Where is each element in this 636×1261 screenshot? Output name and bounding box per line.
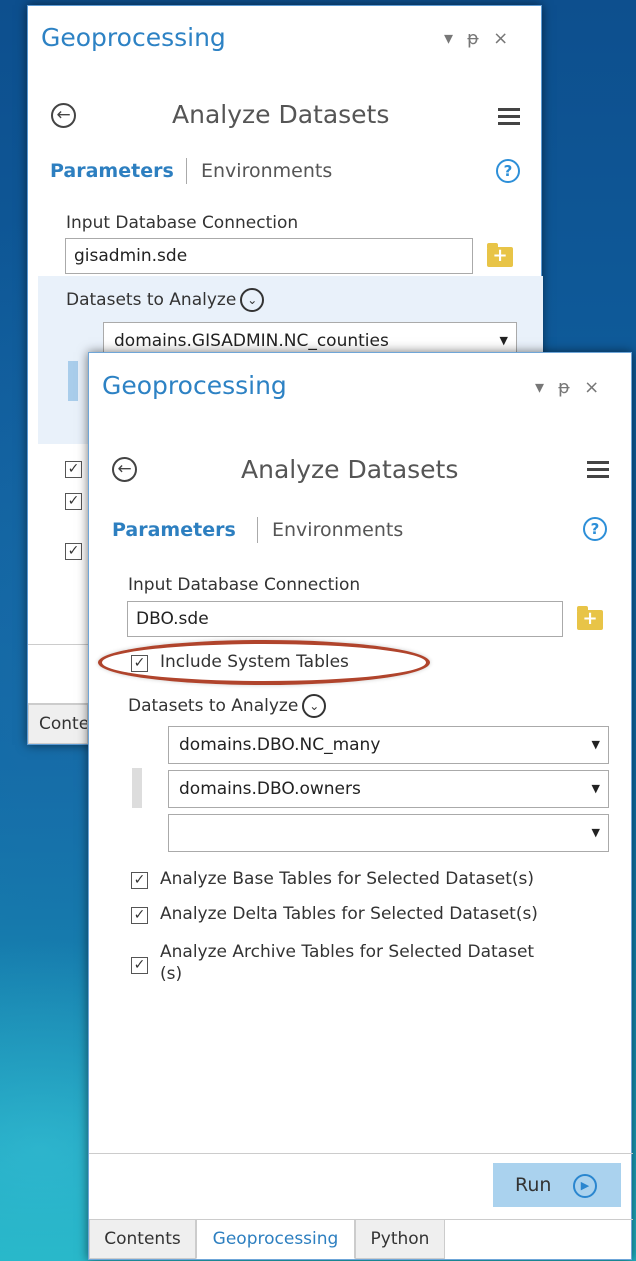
tab-python[interactable]: Python [355,1219,445,1259]
dataset-dropdown-value: domains.GISADMIN.NC_counties [114,331,389,351]
run-label: Run [515,1174,552,1196]
tab-geoprocessing[interactable]: Geoprocessing [196,1219,355,1259]
chevron-down-circle-icon[interactable]: ⌄ [302,694,327,718]
tab-contents[interactable]: Contents [89,1219,196,1259]
dataset-dropdown-empty[interactable]: ▼ [168,814,609,852]
checkbox-archive-tables-back[interactable]: ✓ [65,543,82,560]
back-arrow-icon[interactable]: ← [51,103,76,128]
close-icon[interactable]: × [584,377,599,398]
input-connection-label: Input Database Connection [128,575,361,595]
run-button[interactable]: Run ▶ [493,1163,621,1207]
pane-menu-dropdown-icon[interactable]: ▾ [444,28,453,49]
dropdown-arrow-icon: ▼ [591,826,600,839]
add-folder-icon[interactable]: + [577,606,603,630]
pane-controls: ▾ ᵽ × [430,28,508,49]
label-archive-tables[interactable]: Analyze Archive Tables for Selected Data… [160,941,534,985]
dataset-dropdown-2[interactable]: domains.DBO.owners ▼ [168,770,609,808]
tool-name: Analyze Datasets [172,100,390,129]
add-folder-icon[interactable]: + [487,243,513,267]
input-connection-field[interactable]: gisadmin.sde [65,238,473,274]
datasets-label: Datasets to Analyze ⌄ [66,288,265,312]
label-archive-line2: (s) [160,964,183,984]
label-delta-tables[interactable]: Analyze Delta Tables for Selected Datase… [160,903,538,925]
tab-parameters[interactable]: Parameters [112,519,236,541]
close-icon[interactable]: × [493,28,508,49]
tab-environments[interactable]: Environments [272,519,403,541]
datasets-label-text: Datasets to Analyze [128,696,299,716]
hamburger-menu-icon[interactable] [498,108,520,129]
input-connection-field[interactable]: DBO.sde [127,601,563,637]
dropdown-arrow-icon: ▼ [591,782,600,795]
pane-title: Geoprocessing [41,23,226,52]
highlight-annotation-ellipse [98,640,430,685]
dataset-dropdown-value: domains.DBO.owners [179,779,361,799]
checkbox-base-tables-back[interactable]: ✓ [65,461,82,478]
label-base-tables[interactable]: Analyze Base Tables for Selected Dataset… [160,868,534,890]
checkbox-archive-tables[interactable]: ✓ [131,957,148,974]
pin-icon[interactable]: ᵽ [467,28,479,49]
tab-parameters[interactable]: Parameters [50,160,174,182]
tab-separator [257,517,258,543]
back-arrow-icon[interactable]: ← [112,457,137,482]
dataset-dropdown-1[interactable]: domains.DBO.NC_many ▼ [168,726,609,764]
row-handle[interactable] [68,361,78,401]
play-icon: ▶ [573,1174,597,1198]
checkbox-delta-tables[interactable]: ✓ [131,907,148,924]
input-connection-label: Input Database Connection [66,213,299,233]
dataset-dropdown-value: domains.DBO.NC_many [179,735,381,755]
hamburger-menu-icon[interactable] [587,461,609,482]
checkbox-base-tables[interactable]: ✓ [131,872,148,889]
pane-title: Geoprocessing [102,371,287,400]
help-icon[interactable]: ? [496,159,520,183]
checkbox-delta-tables-back[interactable]: ✓ [65,493,82,510]
pane-menu-dropdown-icon[interactable]: ▾ [535,377,544,398]
tab-environments[interactable]: Environments [201,160,332,182]
label-archive-line1: Analyze Archive Tables for Selected Data… [160,942,535,962]
datasets-label-text: Datasets to Analyze [66,290,237,310]
help-icon[interactable]: ? [583,517,607,541]
pin-icon[interactable]: ᵽ [558,377,570,398]
front-geoprocessing-pane: Geoprocessing ▾ ᵽ × ← Analyze Datasets Par… [88,352,633,1260]
row-drag-handle[interactable] [132,768,142,808]
tool-name: Analyze Datasets [241,455,459,484]
divider [89,1153,633,1154]
dropdown-arrow-icon: ▼ [591,738,600,751]
pane-controls: ▾ ᵽ × [521,377,599,398]
tab-contents-back[interactable]: Conte [28,704,88,744]
datasets-label: Datasets to Analyze ⌄ [128,694,327,718]
tab-separator [186,158,187,184]
chevron-down-circle-icon[interactable]: ⌄ [240,288,265,312]
